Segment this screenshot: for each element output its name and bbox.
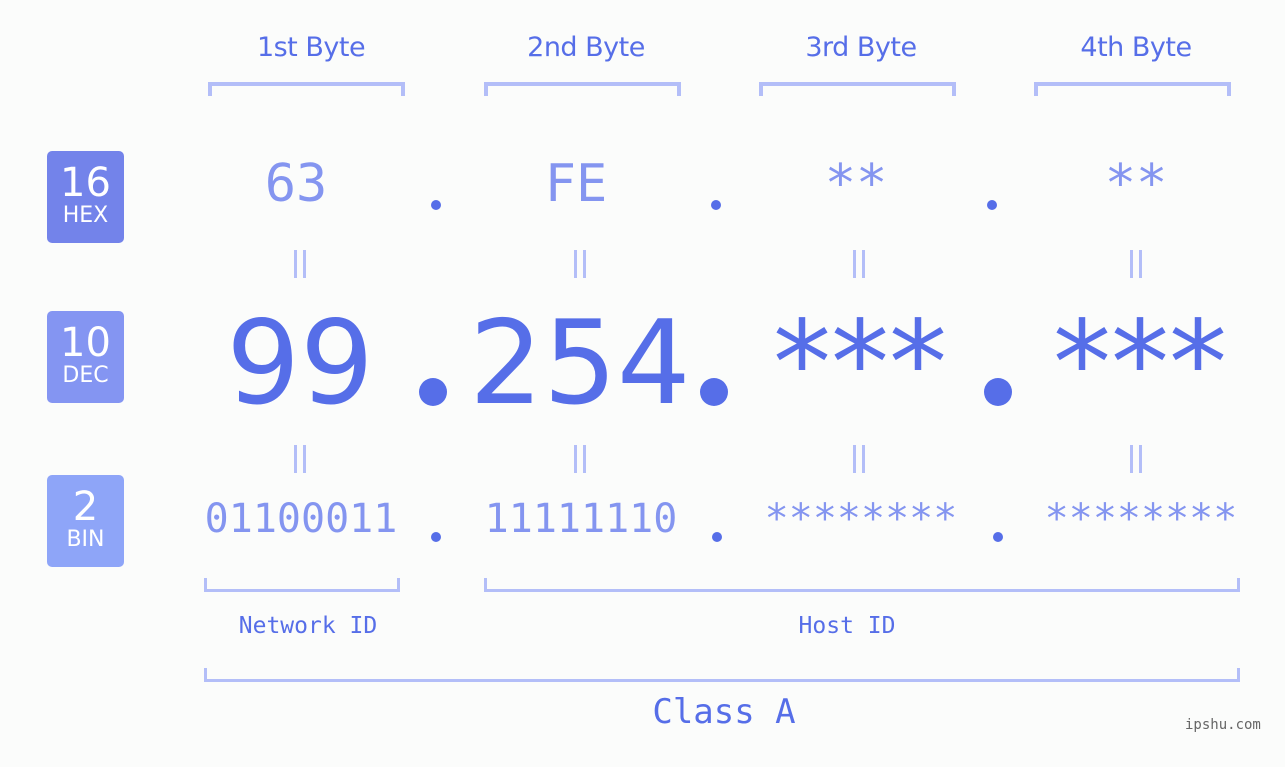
hex-badge: 16 HEX <box>47 151 124 243</box>
byte-bracket-2 <box>484 82 681 96</box>
equals-dec-bin-1 <box>280 441 320 482</box>
bin-byte-4: ******** <box>1044 496 1238 542</box>
host-id-bracket <box>484 578 1240 592</box>
dec-badge-unit: DEC <box>62 363 109 388</box>
class-label: Class A <box>652 692 796 732</box>
equals-dec-bin-4 <box>1116 441 1156 482</box>
host-id-label: Host ID <box>798 613 896 639</box>
equals-hex-dec-3 <box>839 246 879 287</box>
dec-byte-2: 254 <box>469 296 691 431</box>
bin-byte-3: ******** <box>764 496 958 542</box>
hex-dot-1 <box>431 200 441 210</box>
dec-dot-3 <box>984 378 1012 406</box>
bin-badge: 2 BIN <box>47 475 124 567</box>
site-watermark: ipshu.com <box>1185 717 1261 733</box>
hex-byte-2: FE <box>544 154 608 214</box>
network-id-bracket <box>204 578 400 592</box>
hex-badge-number: 16 <box>60 160 111 206</box>
bin-byte-2: 11111110 <box>484 496 678 542</box>
byte-bracket-4 <box>1034 82 1231 96</box>
bin-badge-number: 2 <box>72 484 99 530</box>
equals-dec-bin-3 <box>839 441 879 482</box>
hex-dot-2 <box>711 200 721 210</box>
dec-dot-1 <box>419 378 447 406</box>
bin-dot-1 <box>431 532 441 542</box>
equals-hex-dec-4 <box>1116 246 1156 287</box>
byte-bracket-3 <box>759 82 956 96</box>
dec-byte-1: 99 <box>226 296 374 431</box>
dec-byte-3: *** <box>773 296 947 431</box>
byte-bracket-1 <box>208 82 405 96</box>
dec-dot-2 <box>700 378 728 406</box>
dec-badge-number: 10 <box>60 320 111 366</box>
byte-header-3: 3rd Byte <box>805 32 917 63</box>
byte-header-2: 2nd Byte <box>527 32 645 63</box>
bin-badge-unit: BIN <box>66 527 105 552</box>
bin-dot-2 <box>712 532 722 542</box>
byte-header-4: 4th Byte <box>1080 32 1192 63</box>
hex-byte-4: ** <box>1104 154 1168 214</box>
equals-dec-bin-2 <box>560 441 600 482</box>
hex-badge-unit: HEX <box>62 203 109 228</box>
bin-byte-1: 01100011 <box>204 496 398 542</box>
bin-dot-3 <box>993 532 1003 542</box>
hex-byte-3: ** <box>824 154 888 214</box>
class-bracket <box>204 668 1240 682</box>
dec-badge: 10 DEC <box>47 311 124 403</box>
equals-hex-dec-1 <box>280 246 320 287</box>
network-id-label: Network ID <box>238 613 378 639</box>
dec-byte-4: *** <box>1053 296 1227 431</box>
equals-hex-dec-2 <box>560 246 600 287</box>
byte-header-1: 1st Byte <box>256 32 366 63</box>
hex-byte-1: 63 <box>264 154 328 214</box>
hex-dot-3 <box>987 200 997 210</box>
